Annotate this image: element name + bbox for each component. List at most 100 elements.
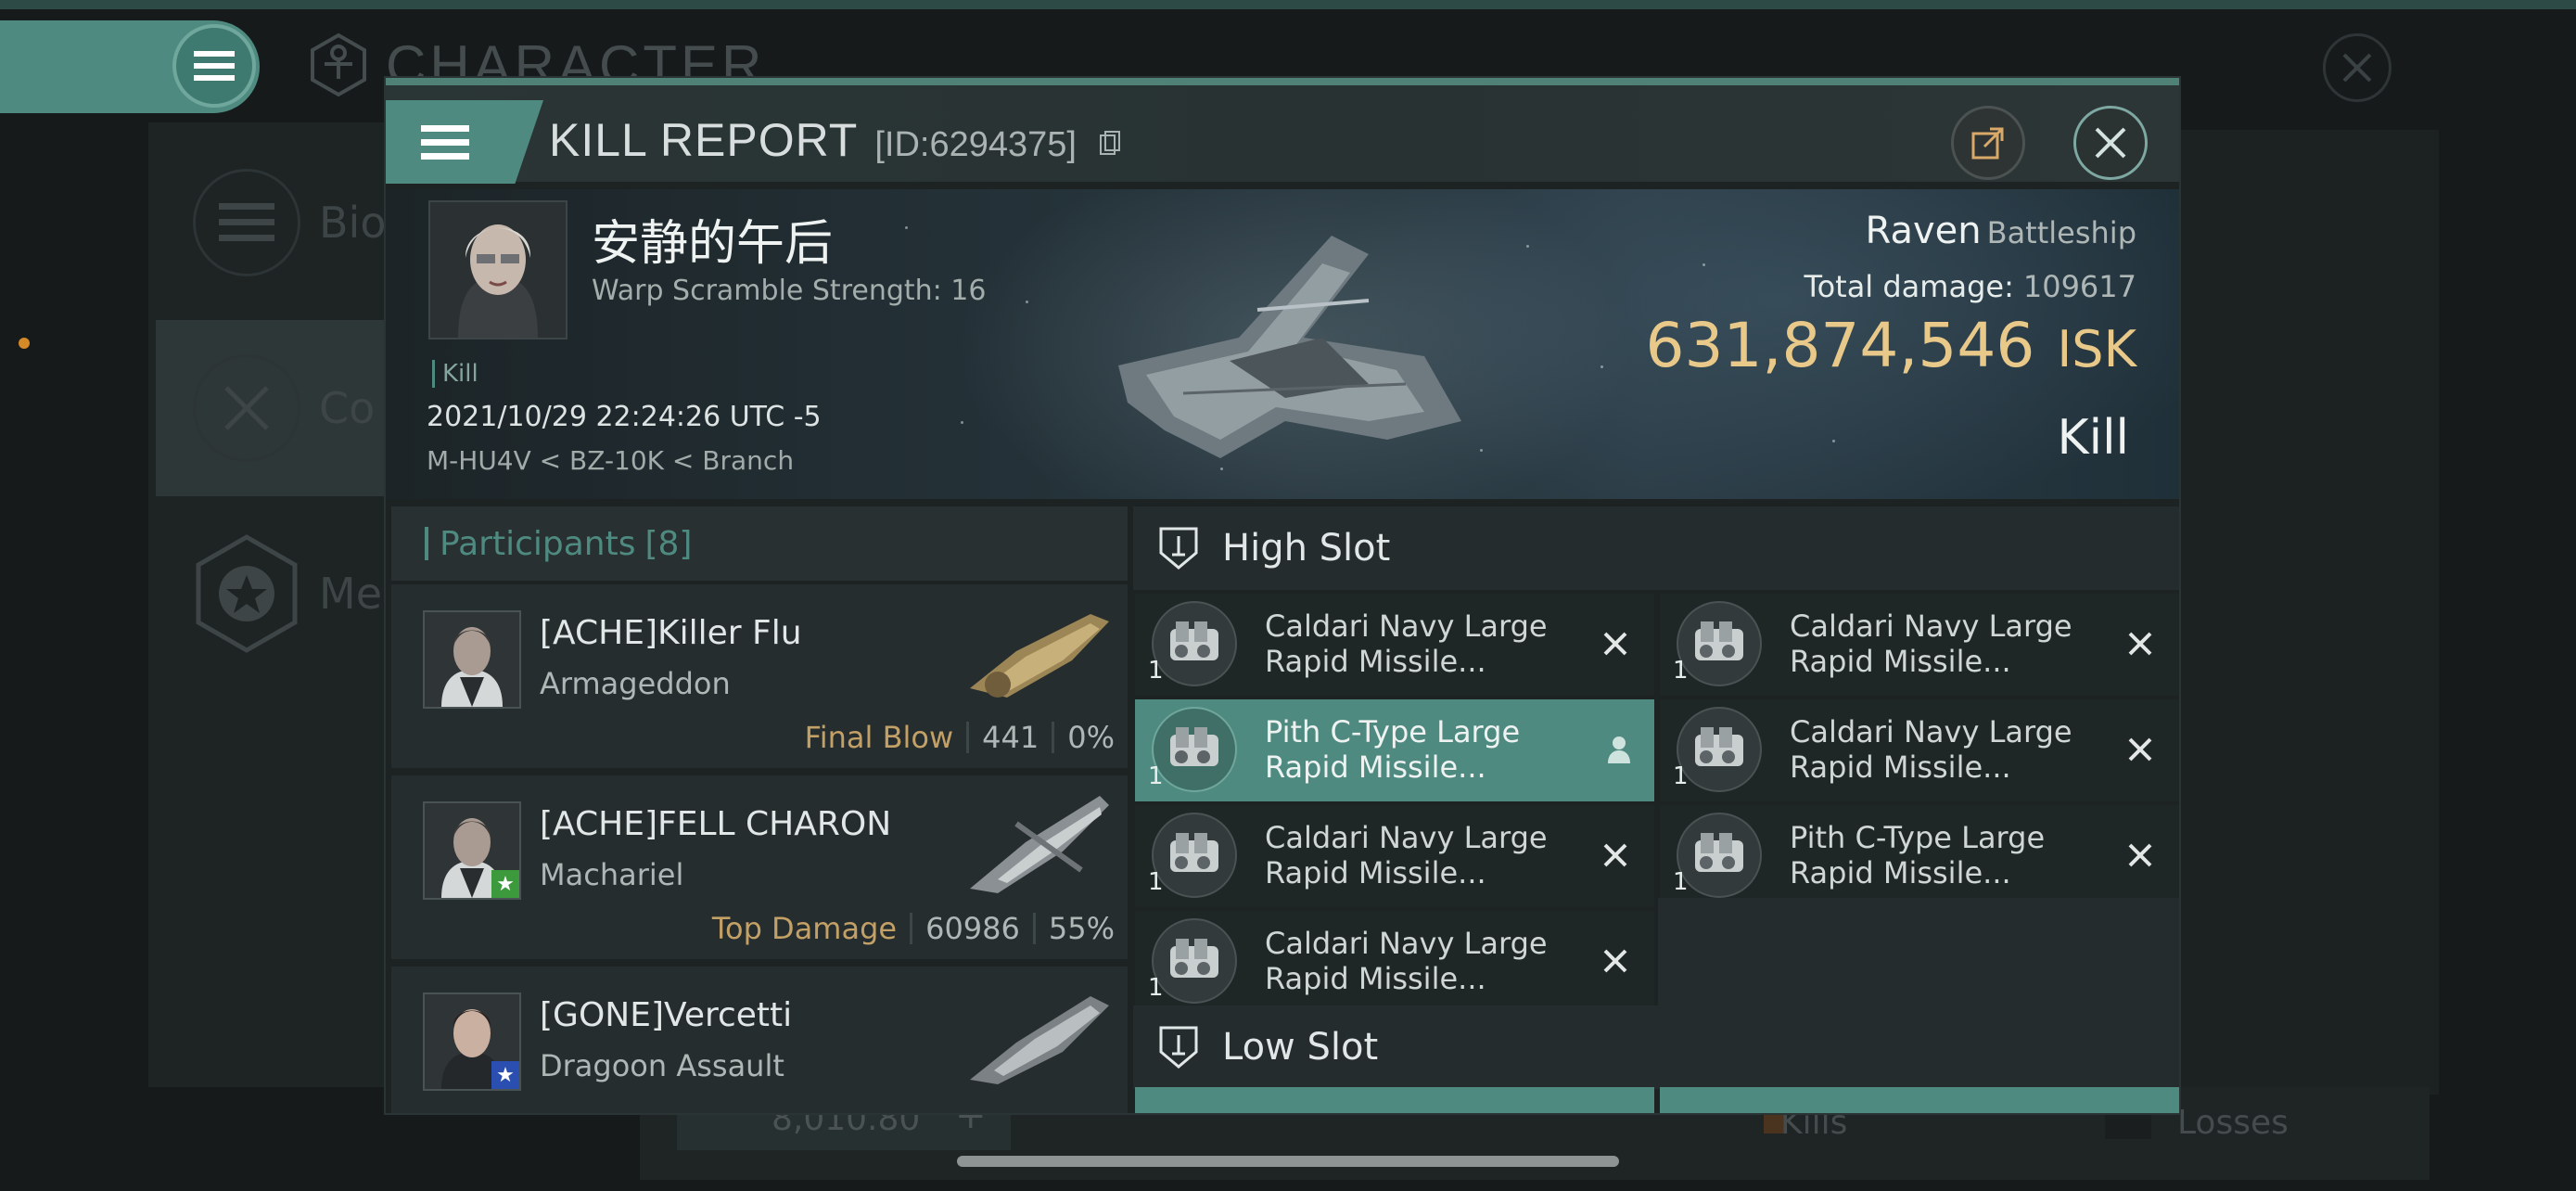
victim-portrait[interactable]	[428, 200, 567, 339]
modal-accent-line	[386, 78, 2179, 85]
launcher-module-icon	[1152, 813, 1237, 898]
launcher-module-icon	[1677, 813, 1762, 898]
divider	[910, 913, 913, 944]
avatar: ★	[423, 992, 521, 1091]
kill-datetime: 2021/10/29 22:24:26 UTC -5	[427, 401, 822, 433]
total-damage-line: Total damage: 109617	[1804, 269, 2136, 304]
sidebar-item-medals[interactable]: Me	[156, 506, 397, 682]
victim-name: 安静的午后	[592, 216, 834, 272]
participant-stats: Final Blow 441 0%	[805, 720, 1115, 755]
home-indicator[interactable]	[957, 1156, 1619, 1167]
module-name: Caldari Navy Large Rapid Missile...	[1790, 714, 2072, 785]
victim-banner: 安静的午后 Warp Scramble Strength: 16 Kill 20…	[386, 189, 2179, 499]
participant-ship-image	[970, 996, 1109, 1084]
warp-scramble-strength: Warp Scramble Strength: 16	[592, 275, 987, 307]
destroyed-x-icon	[2122, 837, 2159, 874]
launcher-module-icon	[1152, 918, 1237, 1004]
participant-name: [ACHE]FELL CHARON	[540, 805, 892, 843]
module-item[interactable]: 1 Caldari Navy Large Rapid Missile...	[1135, 911, 1654, 1013]
high-slot-icon	[1159, 527, 1198, 570]
kill-outcome: Kill	[2057, 410, 2129, 466]
participant-stats: Top Damage 60986 55%	[712, 911, 1115, 946]
module-item[interactable]: 1 Caldari Navy Large Rapid Missile...	[1135, 805, 1654, 907]
background-losses-label: Losses	[2177, 1104, 2289, 1142]
share-icon	[1971, 127, 2004, 160]
high-slot-title: High Slot	[1222, 527, 1391, 570]
modal-header: KILL REPORT [ID:6294375]	[386, 85, 2179, 184]
blue-star-badge: ★	[491, 1061, 519, 1089]
participant-ship-image	[970, 614, 1109, 698]
participant-row[interactable]: ★ [ACHE]FELL CHARON Machariel Top Damage…	[391, 775, 1128, 959]
sidebar-item-combat[interactable]: Co	[156, 320, 397, 496]
participant-row[interactable]: ★ [GONE]Vercetti Dragoon Assault	[391, 967, 1128, 1113]
participant-role: Top Damage	[711, 911, 898, 946]
kill-tag: Kill	[432, 360, 478, 388]
launcher-module-icon	[1677, 707, 1762, 792]
victim-ship-class: Battleship	[1986, 215, 2136, 250]
victim-ship-line: Raven Battleship	[1866, 210, 2136, 252]
kill-report-modal: KILL REPORT [ID:6294375] 安静的午后 Warp Scra…	[386, 78, 2179, 1113]
participant-percent: 55%	[1048, 911, 1115, 946]
pilot-portrait-image	[425, 612, 519, 707]
sidebar-item-bio[interactable]: Bio	[156, 134, 397, 311]
participant-damage: 441	[982, 720, 1039, 755]
module-item[interactable]: 1 Caldari Navy Large Rapid Missile...	[1660, 594, 2179, 696]
divider	[1032, 913, 1036, 944]
participant-damage: 60986	[925, 911, 1020, 946]
module-item[interactable]: 1 Pith C-Type Large Rapid Missile...	[1660, 805, 2179, 907]
total-damage-value: 109617	[2022, 269, 2136, 304]
participants-title: Participants	[440, 524, 636, 563]
kill-report-id: [ID:6294375]	[874, 125, 1077, 164]
notification-dot	[19, 338, 30, 349]
module-name: Caldari Navy Large Rapid Missile...	[1265, 820, 1548, 890]
divider	[966, 722, 970, 753]
victim-ship-name[interactable]: Raven	[1866, 210, 1982, 252]
participant-name: [GONE]Vercetti	[540, 996, 793, 1034]
participant-row[interactable]: [ACHE]Killer Flu Armageddon Final Blow 4…	[391, 584, 1128, 768]
empty-slot-cell	[1658, 898, 2179, 1007]
menu-icon	[194, 51, 235, 81]
module-name: Caldari Navy Large Rapid Missile...	[1790, 608, 2072, 679]
module-name: Caldari Navy Large Rapid Missile...	[1265, 608, 1548, 679]
module-item-partial[interactable]	[1135, 1087, 1654, 1113]
module-item-partial[interactable]	[1660, 1087, 2179, 1113]
copy-icon[interactable]	[1099, 130, 1121, 156]
module-item[interactable]: 1 Pith C-Type Large Rapid Missile...	[1135, 699, 1654, 801]
high-slot-header: High Slot	[1133, 506, 2179, 590]
background-menu-button[interactable]	[172, 24, 256, 108]
module-quantity: 1	[1148, 868, 1164, 896]
destroyed-x-icon	[2122, 625, 2159, 662]
close-icon	[2342, 53, 2372, 83]
background-close-button[interactable]	[2323, 33, 2391, 102]
character-portrait-image	[430, 202, 566, 338]
low-slot-header: Low Slot	[1133, 1005, 2179, 1089]
share-button[interactable]	[1951, 106, 2025, 180]
avatar	[423, 610, 521, 709]
module-item[interactable]: 1 Caldari Navy Large Rapid Missile...	[1135, 594, 1654, 696]
participant-role: Final Blow	[804, 720, 954, 755]
sidebar-item-label: Bio	[319, 198, 387, 248]
top-accent-line	[0, 0, 2576, 9]
close-button[interactable]	[2073, 106, 2148, 180]
module-name: Pith C-Type Large Rapid Missile...	[1265, 714, 1521, 785]
module-quantity: 1	[1673, 762, 1689, 790]
module-quantity: 1	[1673, 657, 1689, 685]
isk-unit: ISK	[2057, 320, 2136, 378]
dropped-pilot-icon	[1600, 731, 1638, 768]
launcher-module-icon	[1677, 601, 1762, 686]
module-name: Caldari Navy Large Rapid Missile...	[1265, 926, 1548, 996]
kill-report-title: KILL REPORT	[549, 114, 859, 166]
avatar: ★	[423, 801, 521, 900]
module-name: Pith C-Type Large Rapid Missile...	[1790, 820, 2046, 890]
module-item[interactable]: 1 Caldari Navy Large Rapid Missile...	[1660, 699, 2179, 801]
kill-location[interactable]: M-HU4V < BZ-10K < Branch	[427, 445, 794, 476]
isk-value-line: 631,874,546 ISK	[1645, 310, 2136, 381]
crossed-swords-icon	[224, 386, 269, 430]
participant-percent: 0%	[1067, 720, 1115, 755]
kill-report-menu-button[interactable]	[386, 100, 543, 184]
participant-ship: Machariel	[540, 857, 684, 892]
module-quantity: 1	[1148, 974, 1164, 1002]
list-icon	[219, 203, 274, 241]
destroyed-x-icon	[2122, 731, 2159, 768]
victim-ship-image	[1118, 236, 1461, 458]
